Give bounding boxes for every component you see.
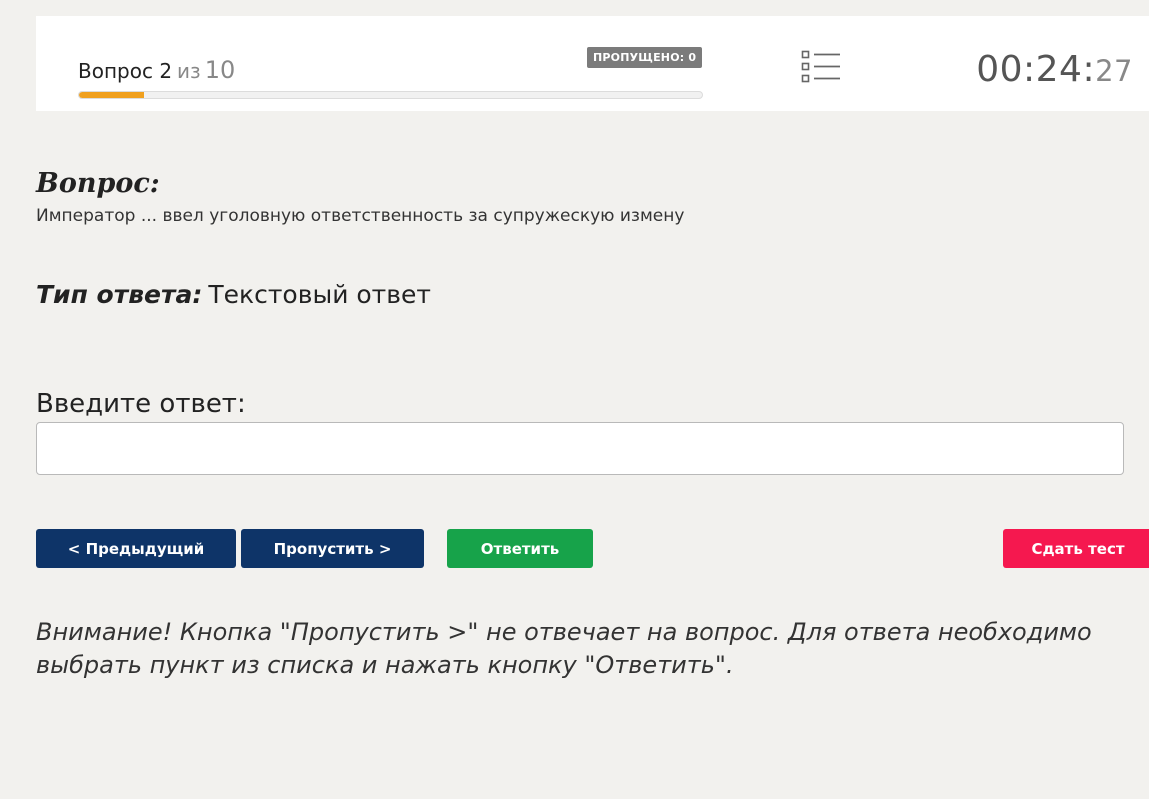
progress-bar — [78, 91, 703, 99]
question-heading: Вопрос: — [36, 168, 160, 199]
answer-type-value: Текстовый ответ — [208, 280, 431, 309]
question-total: 10 — [204, 56, 236, 84]
timer-main: 00:24: — [976, 49, 1096, 90]
answer-type: Тип ответа: Текстовый ответ — [36, 280, 431, 309]
submit-test-button[interactable]: Сдать тест — [1003, 529, 1149, 568]
answer-button[interactable]: Ответить — [447, 529, 593, 568]
answer-input-label: Введите ответ: — [36, 389, 246, 419]
test-header: Вопрос 2 из 10 ПРОПУЩЕНО: 0 00:24:27 — [36, 16, 1149, 111]
skipped-badge: ПРОПУЩЕНО: 0 — [587, 47, 703, 68]
progress-fill — [79, 92, 145, 98]
question-number: Вопрос 2 — [78, 59, 173, 83]
timer: 00:24:27 — [976, 49, 1133, 90]
skip-button[interactable]: Пропустить > — [241, 529, 424, 568]
previous-button[interactable]: < Предыдущий — [36, 529, 236, 568]
answer-input[interactable] — [36, 422, 1124, 475]
timer-seconds: 27 — [1095, 54, 1133, 88]
answer-type-label: Тип ответа: — [36, 280, 203, 309]
warning-text: Внимание! Кнопка "Пропустить >" не отвеч… — [36, 618, 1092, 679]
question-counter: Вопрос 2 из 10 — [78, 56, 235, 84]
list-icon[interactable] — [801, 50, 841, 84]
question-text: Император ... ввел уголовную ответственн… — [36, 206, 685, 226]
of-word: из — [177, 59, 201, 83]
